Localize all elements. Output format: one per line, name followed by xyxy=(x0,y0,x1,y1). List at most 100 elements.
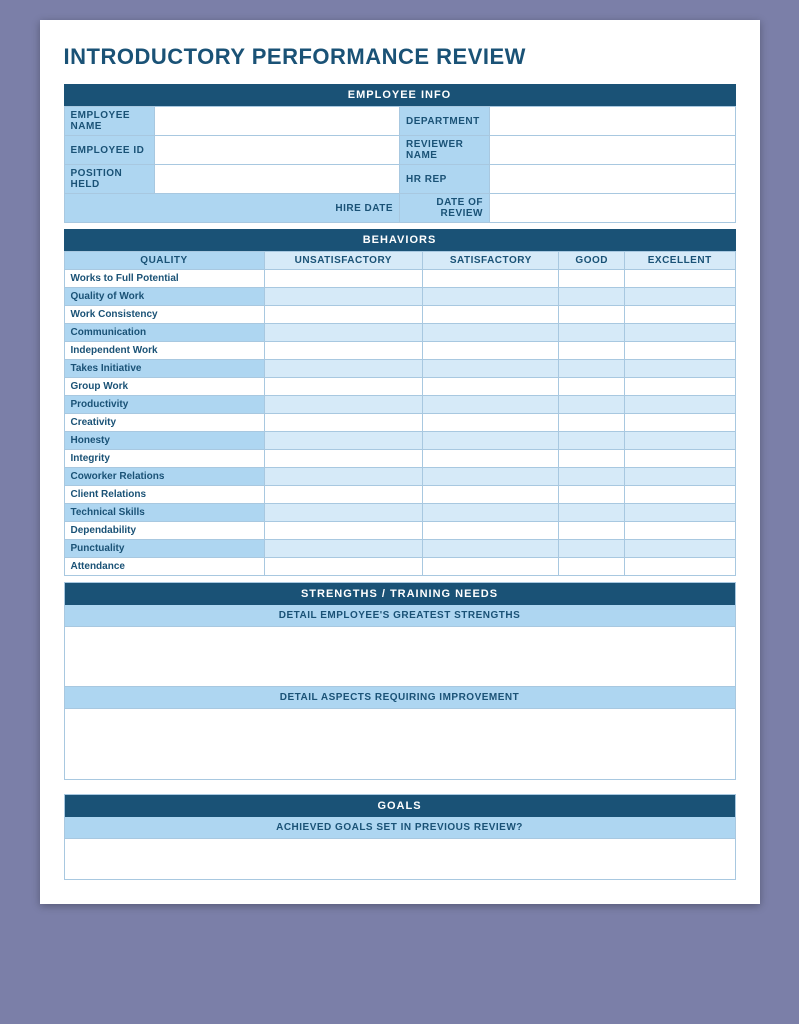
behavior-cell[interactable] xyxy=(423,396,559,414)
behavior-cell[interactable] xyxy=(264,324,423,342)
behavior-cell[interactable] xyxy=(423,558,559,576)
behavior-name: Group Work xyxy=(64,378,264,396)
behavior-cell[interactable] xyxy=(423,522,559,540)
behavior-name: Coworker Relations xyxy=(64,468,264,486)
behavior-cell[interactable] xyxy=(423,468,559,486)
behavior-row: Works to Full Potential xyxy=(64,270,735,288)
behavior-name: Client Relations xyxy=(64,486,264,504)
behavior-cell[interactable] xyxy=(264,540,423,558)
behavior-row: Technical Skills xyxy=(64,504,735,522)
behavior-cell[interactable] xyxy=(264,486,423,504)
behavior-cell[interactable] xyxy=(423,270,559,288)
behavior-cell[interactable] xyxy=(624,360,735,378)
behavior-cell[interactable] xyxy=(559,324,624,342)
behavior-cell[interactable] xyxy=(423,306,559,324)
behavior-cell[interactable] xyxy=(559,342,624,360)
behavior-cell[interactable] xyxy=(264,342,423,360)
behaviors-section: BEHAVIORS QUALITY UNSATISFACTORY SATISFA… xyxy=(64,229,736,576)
employee-id-label: EMPLOYEE ID xyxy=(64,136,154,165)
behavior-cell[interactable] xyxy=(423,486,559,504)
behavior-cell[interactable] xyxy=(559,558,624,576)
behavior-cell[interactable] xyxy=(559,468,624,486)
goals-subheader: ACHIEVED GOALS SET IN PREVIOUS REVIEW? xyxy=(65,817,735,839)
behavior-cell[interactable] xyxy=(264,504,423,522)
behavior-cell[interactable] xyxy=(559,288,624,306)
behavior-cell[interactable] xyxy=(423,360,559,378)
behavior-cell[interactable] xyxy=(559,540,624,558)
behavior-cell[interactable] xyxy=(423,342,559,360)
behavior-cell[interactable] xyxy=(624,540,735,558)
behavior-cell[interactable] xyxy=(624,486,735,504)
behavior-cell[interactable] xyxy=(264,522,423,540)
col-good-header: GOOD xyxy=(559,252,624,270)
behavior-cell[interactable] xyxy=(423,324,559,342)
behavior-cell[interactable] xyxy=(624,396,735,414)
employee-id-value[interactable] xyxy=(154,136,400,165)
behavior-cell[interactable] xyxy=(624,414,735,432)
behavior-cell[interactable] xyxy=(559,432,624,450)
behavior-cell[interactable] xyxy=(264,432,423,450)
page: INTRODUCTORY PERFORMANCE REVIEW EMPLOYEE… xyxy=(40,20,760,904)
behavior-cell[interactable] xyxy=(264,306,423,324)
behavior-cell[interactable] xyxy=(423,450,559,468)
behavior-cell[interactable] xyxy=(264,558,423,576)
behavior-cell[interactable] xyxy=(559,396,624,414)
behavior-cell[interactable] xyxy=(264,450,423,468)
col-excellent-header: EXCELLENT xyxy=(624,252,735,270)
behavior-cell[interactable] xyxy=(559,306,624,324)
behavior-cell[interactable] xyxy=(624,504,735,522)
behavior-cell[interactable] xyxy=(624,288,735,306)
behavior-cell[interactable] xyxy=(423,288,559,306)
behavior-cell[interactable] xyxy=(624,270,735,288)
behavior-cell[interactable] xyxy=(559,414,624,432)
behavior-cell[interactable] xyxy=(264,468,423,486)
behavior-cell[interactable] xyxy=(423,432,559,450)
behavior-cell[interactable] xyxy=(624,432,735,450)
position-held-label: POSITION HELD xyxy=(64,165,154,194)
behavior-cell[interactable] xyxy=(264,270,423,288)
behavior-name: Creativity xyxy=(64,414,264,432)
date-of-review-value[interactable] xyxy=(490,194,736,223)
position-held-value[interactable] xyxy=(154,165,400,194)
goals-section: GOALS ACHIEVED GOALS SET IN PREVIOUS REV… xyxy=(64,794,736,880)
employee-name-value[interactable] xyxy=(154,107,400,136)
behavior-cell[interactable] xyxy=(559,378,624,396)
behavior-cell[interactable] xyxy=(264,414,423,432)
strengths-text-area[interactable] xyxy=(65,627,735,687)
behavior-cell[interactable] xyxy=(423,414,559,432)
behavior-cell[interactable] xyxy=(264,396,423,414)
behavior-cell[interactable] xyxy=(423,540,559,558)
behavior-cell[interactable] xyxy=(624,558,735,576)
behavior-cell[interactable] xyxy=(559,504,624,522)
behavior-cell[interactable] xyxy=(264,360,423,378)
behavior-cell[interactable] xyxy=(559,522,624,540)
behavior-name: Quality of Work xyxy=(64,288,264,306)
employee-info-header: EMPLOYEE INFO xyxy=(64,84,736,106)
department-value[interactable] xyxy=(490,107,736,136)
improvement-text-area[interactable] xyxy=(65,709,735,779)
behavior-cell[interactable] xyxy=(559,486,624,504)
behavior-cell[interactable] xyxy=(559,360,624,378)
reviewer-name-value[interactable] xyxy=(490,136,736,165)
behavior-cell[interactable] xyxy=(559,270,624,288)
behavior-cell[interactable] xyxy=(264,288,423,306)
behavior-row: Quality of Work xyxy=(64,288,735,306)
behavior-cell[interactable] xyxy=(423,504,559,522)
behavior-cell[interactable] xyxy=(624,342,735,360)
behavior-cell[interactable] xyxy=(624,522,735,540)
goals-text-area[interactable] xyxy=(65,839,735,879)
strengths-subheader: DETAIL EMPLOYEE'S GREATEST STRENGTHS xyxy=(65,605,735,627)
behavior-cell[interactable] xyxy=(264,378,423,396)
behavior-cell[interactable] xyxy=(624,450,735,468)
behavior-row: Group Work xyxy=(64,378,735,396)
behavior-cell[interactable] xyxy=(624,324,735,342)
behavior-cell[interactable] xyxy=(423,378,559,396)
behavior-row: Communication xyxy=(64,324,735,342)
behavior-row: Client Relations xyxy=(64,486,735,504)
behavior-cell[interactable] xyxy=(624,468,735,486)
behavior-cell[interactable] xyxy=(559,450,624,468)
behavior-cell[interactable] xyxy=(624,306,735,324)
behavior-name: Works to Full Potential xyxy=(64,270,264,288)
hr-rep-value[interactable] xyxy=(490,165,736,194)
behavior-cell[interactable] xyxy=(624,378,735,396)
